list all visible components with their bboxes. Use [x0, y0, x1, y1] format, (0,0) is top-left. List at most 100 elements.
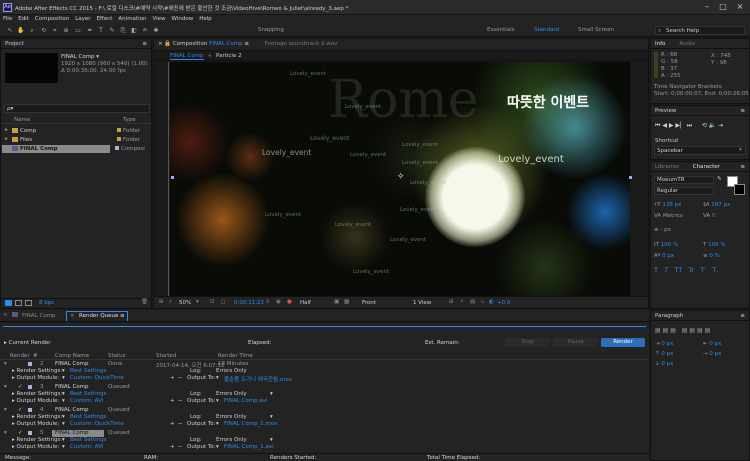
align-left-icon[interactable]: ▤ [655, 327, 661, 334]
first-line-indent-value[interactable]: 0 px [709, 351, 721, 357]
chevron-down-icon[interactable]: ▾ [62, 368, 65, 374]
indent-left-value[interactable]: 0 px [661, 341, 673, 347]
menu-composition[interactable]: Composition [32, 15, 72, 23]
comp-tab-name[interactable]: FINAL Comp [209, 41, 243, 47]
close-icon[interactable]: × [70, 313, 75, 319]
anchor-point-icon[interactable]: ✧ [397, 172, 405, 182]
horizontal-scale-value[interactable]: 100 % [708, 242, 725, 248]
flowchart-icon[interactable]: ⊹ [480, 299, 485, 305]
disclosure-triangle-icon[interactable]: ▸ [5, 127, 8, 133]
render-column-header[interactable]: Render [10, 353, 30, 359]
tracking-field[interactable]: VA 0 [703, 213, 715, 219]
chevron-down-icon[interactable]: ▾ [62, 414, 65, 420]
clone-tool-icon[interactable]: ⎘ [119, 27, 127, 34]
comp-tab-menu[interactable]: ≡ [244, 41, 249, 47]
timeline-icon[interactable]: ▤ [470, 299, 475, 305]
justify-center-icon[interactable]: ▤ [689, 327, 695, 334]
label-swatch[interactable] [28, 408, 32, 412]
render-checkbox-icon[interactable]: ✓ [18, 430, 23, 436]
baseline-shift-value[interactable]: 0 px [662, 253, 674, 259]
rectangle-tool-icon[interactable]: ▭ [74, 27, 82, 34]
render-queue-item[interactable]: ▾ ✓ 3 FINAL Comp Queued [0, 384, 649, 391]
hand-tool-icon[interactable]: ✋ [17, 27, 25, 34]
font-size-value[interactable]: 138 px [662, 202, 681, 208]
baseline-shift-field[interactable]: Aª 0 px [654, 253, 674, 259]
last-frame-icon[interactable]: ⏭ [687, 122, 692, 129]
tab-final-comp[interactable]: FINAL Comp [22, 313, 56, 319]
mask-visibility-icon[interactable]: ◻ [221, 299, 226, 305]
workspace-essentials[interactable]: Essentials [487, 27, 515, 33]
space-before-value[interactable]: 0 px [661, 351, 673, 357]
show-snapshot-icon[interactable]: ◉ [276, 299, 281, 305]
minimize-icon[interactable]: – [700, 2, 714, 12]
all-caps-button[interactable]: TT [674, 266, 682, 274]
leading-field[interactable]: ‡A 187 px [703, 202, 730, 208]
add-output-icon[interactable]: + [170, 444, 175, 450]
number-column-header[interactable]: # [33, 353, 38, 359]
tab-paragraph[interactable]: Paragraph [655, 313, 683, 319]
render-checkbox-icon[interactable]: ✓ [18, 407, 23, 413]
exposure-icon[interactable]: ◐ [489, 299, 494, 305]
menu-file[interactable]: File [0, 15, 15, 23]
camera-tool-icon[interactable]: ⌖ [51, 27, 59, 34]
channel-icon[interactable]: ● [287, 299, 292, 305]
resolution-dropdown[interactable]: Half [300, 300, 311, 306]
output-module-value[interactable]: Custom: AVI [70, 444, 103, 450]
chevron-down-icon[interactable]: ▾ [62, 421, 65, 427]
panel-menu-icon[interactable]: ≡ [142, 41, 147, 47]
render-button[interactable]: Render [601, 338, 645, 347]
chevron-down-icon[interactable]: ▾ [270, 437, 273, 443]
render-settings-value[interactable]: Best Settings [70, 414, 107, 420]
stroke-color-swatch[interactable] [734, 184, 745, 195]
panel-menu-icon[interactable]: ≡ [740, 164, 745, 170]
workspace-standard[interactable]: Standard [534, 27, 559, 33]
close-icon[interactable]: × [733, 2, 747, 12]
current-render-label[interactable]: ▸ Current Render [4, 340, 51, 346]
faux-italic-button[interactable]: T [664, 266, 668, 274]
first-line-indent-field[interactable]: ⇢ 0 px [703, 351, 721, 357]
chevron-down-icon[interactable]: ▾ [270, 391, 273, 397]
output-to-value[interactable]: FINAL Comp_1.mov [224, 421, 278, 427]
project-search-input[interactable]: ρ▾ [4, 104, 150, 113]
chevron-down-icon[interactable]: ▾ [62, 391, 65, 397]
render-queue-menu[interactable]: ≡ [120, 313, 125, 319]
first-frame-icon[interactable]: ⏮ [655, 122, 660, 129]
audio-icon[interactable]: 🔈 [709, 122, 716, 129]
lock-icon[interactable]: 🔒 [164, 41, 171, 47]
view-layout-dropdown[interactable]: 1 View [413, 300, 431, 306]
horizontal-scale-field[interactable]: T 100 % [703, 242, 726, 248]
vertical-scale-field[interactable]: IT 100 % [654, 242, 678, 248]
render-checkbox-icon[interactable]: ✓ [18, 384, 23, 390]
search-help-field[interactable]: ⌕ Search Help [655, 26, 745, 35]
chevron-down-icon[interactable]: ▾ [216, 375, 219, 381]
chevron-down-icon[interactable]: ▾ [62, 437, 65, 443]
stroke-width-field[interactable]: ≡ - px [654, 227, 671, 233]
status-column-header[interactable]: Status [108, 353, 126, 359]
snapshot-icon[interactable]: ⌾ [266, 299, 269, 306]
remove-output-icon[interactable]: − [178, 444, 183, 450]
label-swatch[interactable] [28, 362, 32, 366]
indent-right-value[interactable]: 0 px [709, 341, 721, 347]
menu-help[interactable]: Help [196, 15, 215, 23]
tab-character[interactable]: Character [693, 164, 720, 170]
kerning-value[interactable]: Metrics [663, 213, 683, 219]
tracking-value[interactable]: 0 [712, 213, 716, 219]
comp-viewer[interactable]: Rome 따뜻한 이벤트 Lovely_event Lovely_event L… [170, 62, 630, 296]
align-right-icon[interactable]: ▤ [670, 327, 676, 334]
font-family-dropdown[interactable]: MoeumTR [654, 176, 714, 184]
render-queue-item[interactable]: ▾ ✓ 4 FINAL Comp Queued [0, 407, 649, 414]
tab-preview[interactable]: Preview [655, 108, 676, 114]
log-value[interactable]: Errors Only [216, 414, 247, 420]
transparency-grid-icon[interactable]: ▩ [344, 299, 349, 305]
superscript-button[interactable]: T' [700, 266, 706, 274]
small-caps-button[interactable]: Tr [688, 266, 694, 274]
disclosure-triangle-icon[interactable]: ▾ [4, 361, 7, 367]
stop-button[interactable]: Stop [505, 338, 550, 347]
puppet-tool-icon[interactable]: ✱ [152, 27, 160, 34]
tab-audio[interactable]: Audio [679, 41, 695, 47]
roto-brush-icon[interactable]: ✍ [141, 27, 149, 34]
type-column-header[interactable]: Type [123, 117, 136, 123]
menu-animation[interactable]: Animation [115, 15, 149, 23]
chevron-down-icon[interactable]: ▾ [216, 398, 219, 404]
pen-tool-icon[interactable]: ✒ [86, 27, 94, 34]
